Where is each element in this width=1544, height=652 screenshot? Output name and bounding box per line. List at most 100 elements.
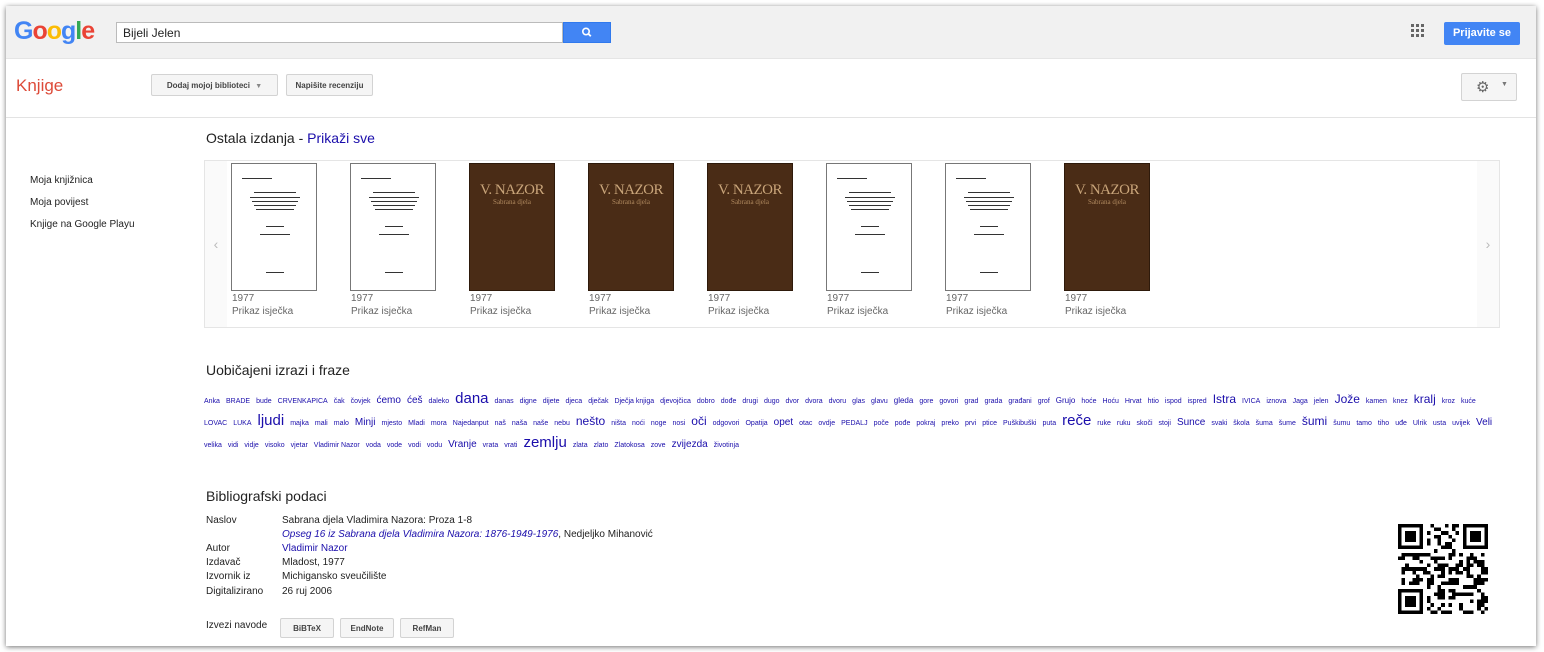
phrase-link[interactable]: PEDALJ — [841, 414, 867, 433]
phrase-link[interactable]: usta — [1433, 414, 1446, 433]
phrase-link[interactable]: preko — [941, 414, 959, 433]
phrase-link[interactable]: hoće — [1081, 392, 1096, 411]
phrase-link[interactable]: šuma — [1256, 414, 1273, 433]
phrase-link[interactable]: htio — [1148, 392, 1159, 411]
snippet-view-link[interactable]: Prikaz isječka — [946, 306, 1007, 317]
phrase-link[interactable]: Dječja knjiga — [614, 392, 654, 411]
phrase-link[interactable]: visoko — [265, 436, 285, 455]
phrase-link[interactable]: digne — [520, 392, 537, 411]
phrase-link[interactable]: pokraj — [916, 414, 935, 433]
phrase-link[interactable]: bude — [256, 392, 272, 411]
phrase-link[interactable]: vidje — [244, 436, 258, 455]
phrase-link[interactable]: nešto — [576, 412, 605, 431]
phrase-link[interactable]: dana — [455, 389, 488, 408]
phrase-link[interactable]: ovdje — [818, 414, 835, 433]
phrase-link[interactable]: vidi — [228, 436, 239, 455]
book-cover[interactable]: V. NAZOR Sabrana djela — [469, 163, 555, 291]
phrase-link[interactable]: Mladi — [408, 414, 425, 433]
phrase-link[interactable]: kamen — [1366, 392, 1387, 411]
phrase-link[interactable]: Minji — [355, 413, 376, 432]
phrase-link[interactable]: govori — [939, 392, 958, 411]
phrase-link[interactable]: grad — [964, 392, 978, 411]
phrase-link[interactable]: kroz — [1442, 392, 1455, 411]
snippet-view-link[interactable]: Prikaz isječka — [708, 306, 769, 317]
phrase-link[interactable]: Puškibuški — [1003, 414, 1036, 433]
phrase-link[interactable]: malo — [334, 414, 349, 433]
phrase-link[interactable]: djeca — [565, 392, 582, 411]
book-cover[interactable]: V. NAZOR Sabrana djela — [588, 163, 674, 291]
phrase-link[interactable]: zemlju — [523, 433, 566, 452]
snippet-view-link[interactable]: Prikaz isječka — [1065, 306, 1126, 317]
phrase-link[interactable]: pođe — [895, 414, 911, 433]
phrase-link[interactable]: stoji — [1159, 414, 1171, 433]
snippet-view-link[interactable]: Prikaz isječka — [470, 306, 531, 317]
phrase-link[interactable]: Hrvat — [1125, 392, 1142, 411]
phrase-link[interactable]: glas — [852, 392, 865, 411]
phrase-link[interactable]: Opatija — [745, 414, 767, 433]
phrase-link[interactable]: tamo — [1356, 414, 1372, 433]
book-cover[interactable] — [350, 163, 436, 291]
series-link[interactable]: Opseg 16 iz Sabrana djela Vladimira Nazo… — [282, 529, 558, 540]
phrase-link[interactable]: Anka — [204, 392, 220, 411]
sign-in-button[interactable]: Prijavite se — [1444, 22, 1520, 45]
snippet-view-link[interactable]: Prikaz isječka — [827, 306, 888, 317]
phrase-link[interactable]: dvor — [786, 392, 800, 411]
phrase-link[interactable]: poče — [874, 414, 889, 433]
phrase-link[interactable]: čak — [334, 392, 345, 411]
phrase-link[interactable]: životinja — [714, 436, 739, 455]
phrase-link[interactable]: zvijezda — [672, 435, 708, 454]
phrase-link[interactable]: Sunce — [1177, 413, 1205, 432]
phrase-link[interactable]: zove — [651, 436, 666, 455]
phrase-link[interactable]: kuće — [1461, 392, 1476, 411]
phrase-link[interactable]: naš — [495, 414, 506, 433]
phrase-link[interactable]: svaki — [1211, 414, 1227, 433]
phrase-link[interactable]: škola — [1233, 414, 1249, 433]
carousel-next-button[interactable]: › — [1477, 161, 1499, 327]
phrase-link[interactable]: ljudi — [258, 411, 285, 430]
phrase-link[interactable]: nebu — [554, 414, 570, 433]
section-title[interactable]: Knjige — [16, 76, 63, 96]
phrase-link[interactable]: grof — [1038, 392, 1050, 411]
sidebar-item-google-play-books[interactable]: Knjige na Google Playu — [30, 219, 135, 230]
phrase-link[interactable]: odgovori — [713, 414, 740, 433]
phrase-link[interactable]: vrati — [504, 436, 517, 455]
phrase-link[interactable]: mali — [315, 414, 328, 433]
phrase-link[interactable]: Vranje — [448, 435, 477, 454]
phrase-link[interactable]: Istra — [1213, 390, 1236, 409]
phrase-link[interactable]: voda — [366, 436, 381, 455]
phrase-link[interactable]: mjesto — [381, 414, 402, 433]
book-cover[interactable] — [231, 163, 317, 291]
phrase-link[interactable]: dvoru — [829, 392, 847, 411]
phrase-link[interactable]: dođe — [721, 392, 737, 411]
phrase-link[interactable]: noći — [632, 414, 645, 433]
phrase-link[interactable]: kralj — [1414, 390, 1436, 409]
phrase-link[interactable]: Grujo — [1056, 391, 1076, 410]
phrase-link[interactable]: knez — [1393, 392, 1408, 411]
phrase-link[interactable]: Ulrik — [1413, 414, 1427, 433]
phrase-link[interactable]: Veli — [1476, 413, 1492, 432]
phrase-link[interactable]: majka — [290, 414, 309, 433]
phrase-link[interactable]: Najedanput — [453, 414, 489, 433]
export-refman-button[interactable]: RefMan — [400, 618, 454, 638]
sidebar-item-my-history[interactable]: Moja povijest — [30, 197, 88, 208]
phrase-link[interactable]: ništa — [611, 414, 626, 433]
phrase-link[interactable]: čovjek — [351, 392, 371, 411]
phrase-link[interactable]: tiho — [1378, 414, 1389, 433]
phrase-link[interactable]: ruke — [1097, 414, 1111, 433]
phrase-link[interactable]: iznova — [1266, 392, 1286, 411]
phrase-link[interactable]: naša — [512, 414, 527, 433]
phrase-link[interactable]: Jože — [1335, 390, 1360, 409]
phrase-link[interactable]: prvi — [965, 414, 976, 433]
phrase-link[interactable]: građani — [1008, 392, 1031, 411]
phrase-link[interactable]: jelen — [1314, 392, 1329, 411]
snippet-view-link[interactable]: Prikaz isječka — [351, 306, 412, 317]
phrase-link[interactable]: ispred — [1188, 392, 1207, 411]
phrase-link[interactable]: uđe — [1395, 414, 1407, 433]
phrase-link[interactable]: Vladimir Nazor — [314, 436, 360, 455]
phrase-link[interactable]: vrata — [483, 436, 499, 455]
phrase-link[interactable]: dobro — [697, 392, 715, 411]
phrase-link[interactable]: LUKA — [233, 414, 251, 433]
phrase-link[interactable]: naše — [533, 414, 548, 433]
phrase-link[interactable]: vodi — [408, 436, 421, 455]
snippet-view-link[interactable]: Prikaz isječka — [232, 306, 293, 317]
